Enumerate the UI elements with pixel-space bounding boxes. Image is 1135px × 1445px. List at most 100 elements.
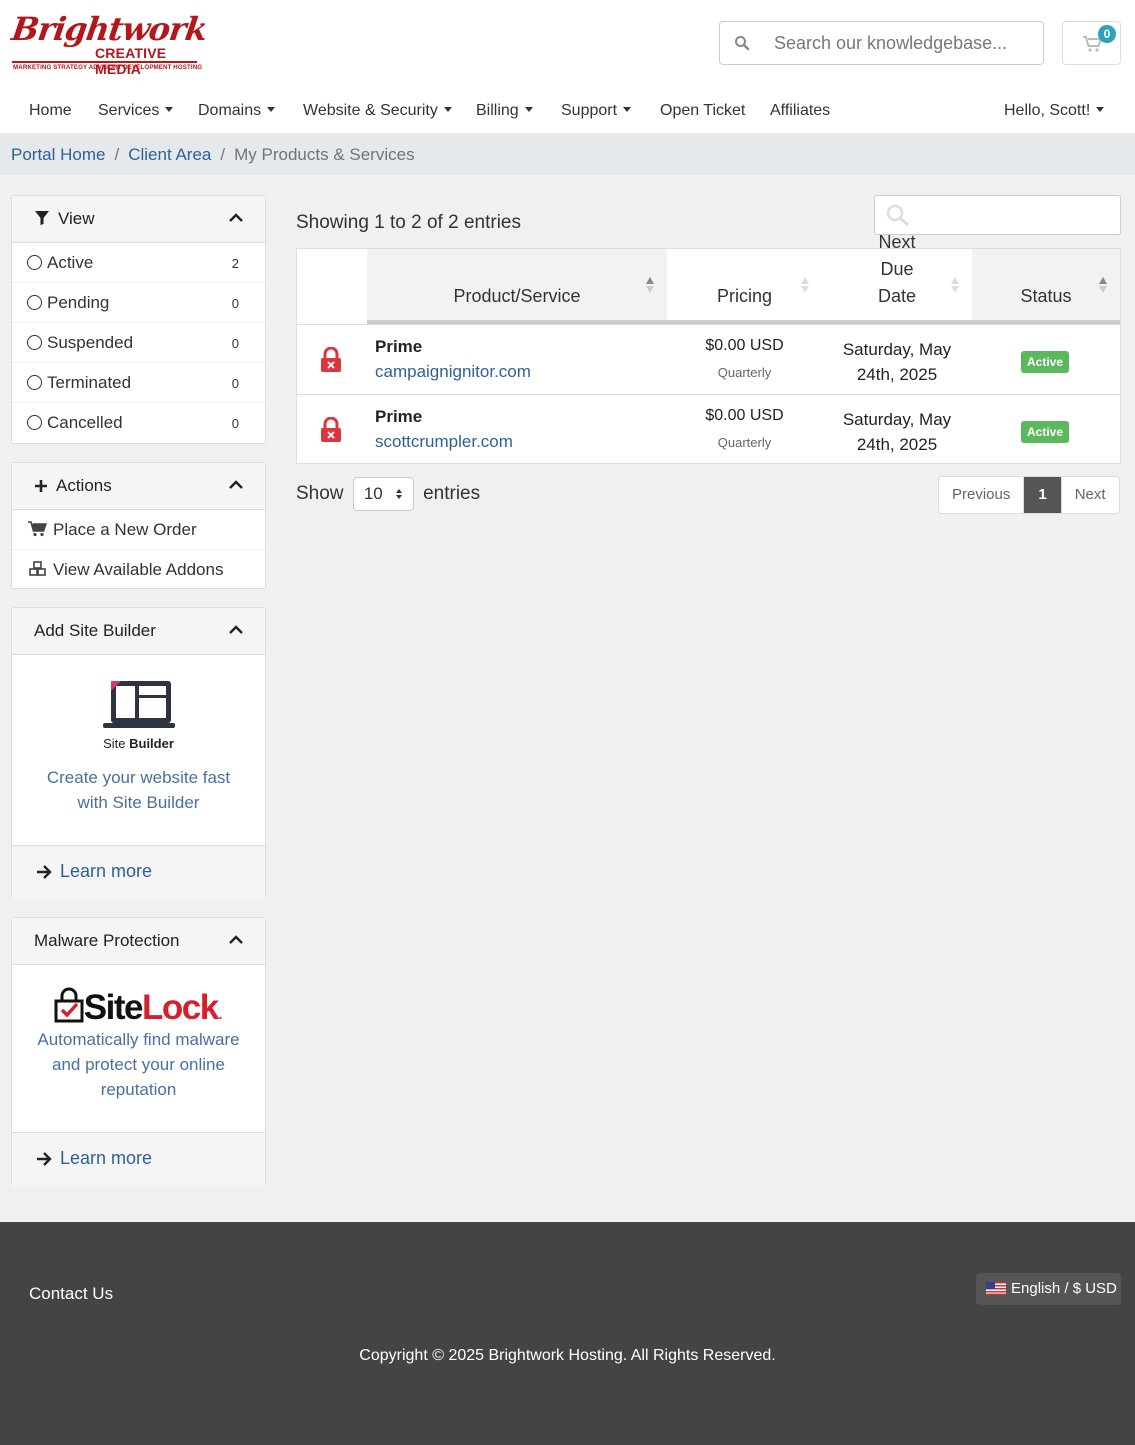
next-due-date: Saturday, May 24th, 2025: [842, 410, 952, 454]
search-icon: [886, 204, 909, 226]
nav-home[interactable]: Home: [29, 102, 72, 120]
product-price: $0.00 USD: [705, 337, 784, 354]
site-header: Brightwork CREATIVE MEDIA MARKETING STRA…: [0, 0, 1135, 133]
nav-support-label: Support: [561, 102, 618, 119]
filter-count: 0: [231, 296, 239, 311]
chevron-up-icon: [229, 625, 243, 634]
arrow-right-icon: [37, 865, 52, 879]
nav-affiliates[interactable]: Affiliates: [770, 102, 830, 120]
breadcrumb: Portal Home / Client Area / My Products & Se…: [0, 133, 1135, 175]
nav-user-menu[interactable]: Hello, Scott!: [1004, 102, 1105, 120]
nav-services-label: Services: [98, 102, 160, 119]
sort-icon: [951, 277, 959, 293]
filter-label: Active: [47, 253, 94, 272]
filter-suspended[interactable]: Suspended 0: [12, 323, 265, 363]
view-panel-header[interactable]: View: [12, 196, 265, 243]
radio-icon: [27, 415, 42, 430]
page-size-select[interactable]: 10: [352, 477, 414, 511]
sort-asc-icon: [1099, 277, 1107, 293]
site-footer: Contact Us English / $ USD Copyright © 2…: [0, 1222, 1135, 1445]
site-builder-header[interactable]: Add Site Builder: [12, 608, 265, 655]
filter-label: Cancelled: [47, 413, 123, 432]
breadcrumb-current: My Products & Services: [234, 145, 415, 164]
arrow-right-icon: [37, 1152, 52, 1166]
site-builder-learn-more[interactable]: Learn more: [12, 845, 265, 899]
action-label: View Available Addons: [53, 560, 224, 579]
radio-icon: [27, 255, 42, 270]
footer-contact-us[interactable]: Contact Us: [29, 1284, 113, 1304]
learn-more-link[interactable]: Learn more: [60, 1148, 152, 1168]
knowledgebase-search-input[interactable]: [774, 22, 1034, 64]
pagination-previous[interactable]: Previous: [939, 477, 1025, 513]
lock-icon: [321, 347, 341, 372]
filter-active[interactable]: Active 2: [12, 243, 265, 283]
shopping-cart-icon: [28, 521, 47, 537]
site-builder-logo-icon: [102, 681, 175, 728]
column-header-label: Next Due Date: [877, 232, 917, 306]
filter-label: Suspended: [47, 333, 134, 352]
caret-down-icon: [443, 107, 452, 112]
table-row[interactable]: Prime campaignignitor.com $0.00 USD Quar…: [297, 324, 1120, 394]
nav-billing[interactable]: Billing: [476, 102, 533, 120]
logo-tagline: MARKETING STRATEGY ADVISORY DEVELOPMENT …: [13, 64, 203, 71]
action-place-new-order[interactable]: Place a New Order: [12, 510, 265, 550]
radio-icon: [27, 295, 42, 310]
malware-protection-description: Automatically find malware and protect y…: [37, 1030, 240, 1099]
sitelock-padlock-icon: [54, 987, 84, 1023]
cart-button[interactable]: 0: [1062, 21, 1121, 65]
select-arrows-icon: [395, 489, 402, 499]
brightwork-logo[interactable]: Brightwork CREATIVE MEDIA MARKETING STRA…: [9, 10, 209, 77]
col-status[interactable]: Status: [972, 249, 1120, 322]
site-builder-promo: Add Site Builder Site Builder Create you…: [11, 607, 266, 899]
status-badge: Active: [1021, 351, 1070, 373]
product-domain[interactable]: campaignignitor.com: [375, 362, 531, 382]
filter-terminated[interactable]: Terminated 0: [12, 363, 265, 403]
col-pricing[interactable]: Pricing: [667, 249, 822, 322]
action-view-available-addons[interactable]: View Available Addons: [12, 550, 265, 590]
nav-services[interactable]: Services: [98, 102, 174, 120]
search-icon: [735, 36, 750, 51]
filter-cancelled[interactable]: Cancelled 0: [12, 403, 265, 443]
col-next-due-date[interactable]: Next Due Date: [822, 232, 972, 322]
breadcrumb-separator: /: [114, 145, 120, 164]
table-row[interactable]: Prime scottcrumpler.com $0.00 USD Quarte…: [297, 394, 1120, 464]
breadcrumb-client-area[interactable]: Client Area: [128, 145, 211, 164]
learn-more-link[interactable]: Learn more: [60, 861, 152, 881]
breadcrumb-portal-home[interactable]: Portal Home: [11, 145, 105, 164]
main-nav: Home Services Domains Website & Security…: [0, 90, 1135, 133]
cart-count-badge: 0: [1098, 25, 1116, 43]
view-filter-panel: View Active 2 Pending 0 Suspended 0 Termina…: [11, 195, 266, 444]
malware-protection-body: SiteLock. Automatically find malware and…: [12, 965, 265, 1132]
filter-label: Terminated: [47, 373, 132, 392]
caret-down-icon: [623, 107, 632, 112]
nav-open-ticket[interactable]: Open Ticket: [660, 102, 745, 120]
action-label: Place a New Order: [53, 520, 197, 539]
nav-website-security-label: Website & Security: [303, 102, 438, 119]
sitelock-logo: SiteLock.: [32, 987, 245, 1027]
filter-count: 0: [231, 336, 239, 351]
nav-domains[interactable]: Domains: [198, 102, 276, 120]
language-currency-selector[interactable]: English / $ USD: [976, 1273, 1121, 1305]
pagination-next[interactable]: Next: [1062, 477, 1119, 513]
actions-panel-header[interactable]: Actions: [12, 463, 265, 510]
col-product-service[interactable]: Product/Service: [367, 249, 667, 322]
filter-count: 0: [231, 376, 239, 391]
sitelock-text-lock: Lock: [141, 988, 219, 1027]
radio-icon: [27, 335, 42, 350]
malware-protection-learn-more[interactable]: Learn more: [12, 1132, 265, 1186]
filter-pending[interactable]: Pending 0: [12, 283, 265, 323]
filter-count: 0: [231, 416, 239, 431]
pagination-page-1[interactable]: 1: [1024, 477, 1062, 513]
knowledgebase-search: [719, 21, 1044, 65]
sitelock-text-site: Site: [83, 988, 144, 1027]
next-due-date: Saturday, May 24th, 2025: [842, 340, 952, 384]
logo-script-text: Brightwork: [9, 10, 210, 48]
malware-protection-title: Malware Protection: [34, 931, 180, 950]
malware-protection-header[interactable]: Malware Protection: [12, 918, 265, 965]
product-domain[interactable]: scottcrumpler.com: [375, 432, 513, 452]
logo-text-site: Site: [103, 736, 130, 751]
nav-website-security[interactable]: Website & Security: [303, 102, 452, 120]
nav-support[interactable]: Support: [561, 102, 632, 120]
filter-count: 2: [231, 256, 239, 271]
us-flag-icon: [986, 1282, 1006, 1295]
